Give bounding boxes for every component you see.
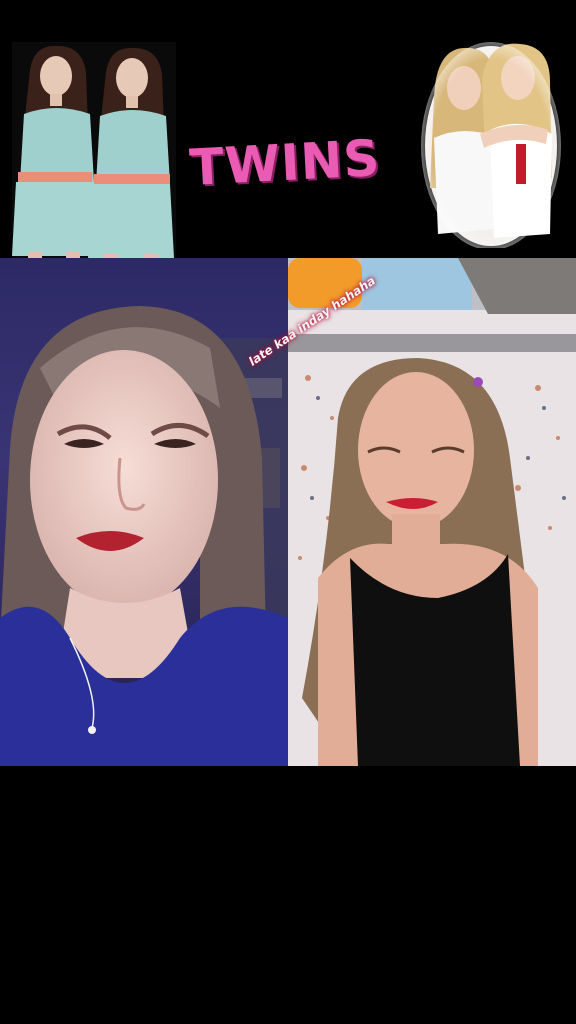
twins-photo-right: [420, 38, 562, 248]
bottom-empty-area: [0, 766, 576, 1024]
twins-photo-left: [12, 42, 176, 264]
video-tile-left[interactable]: [0, 258, 288, 766]
twins-banner: TWINS: [0, 0, 576, 264]
twins-title: TWINS: [188, 129, 382, 197]
